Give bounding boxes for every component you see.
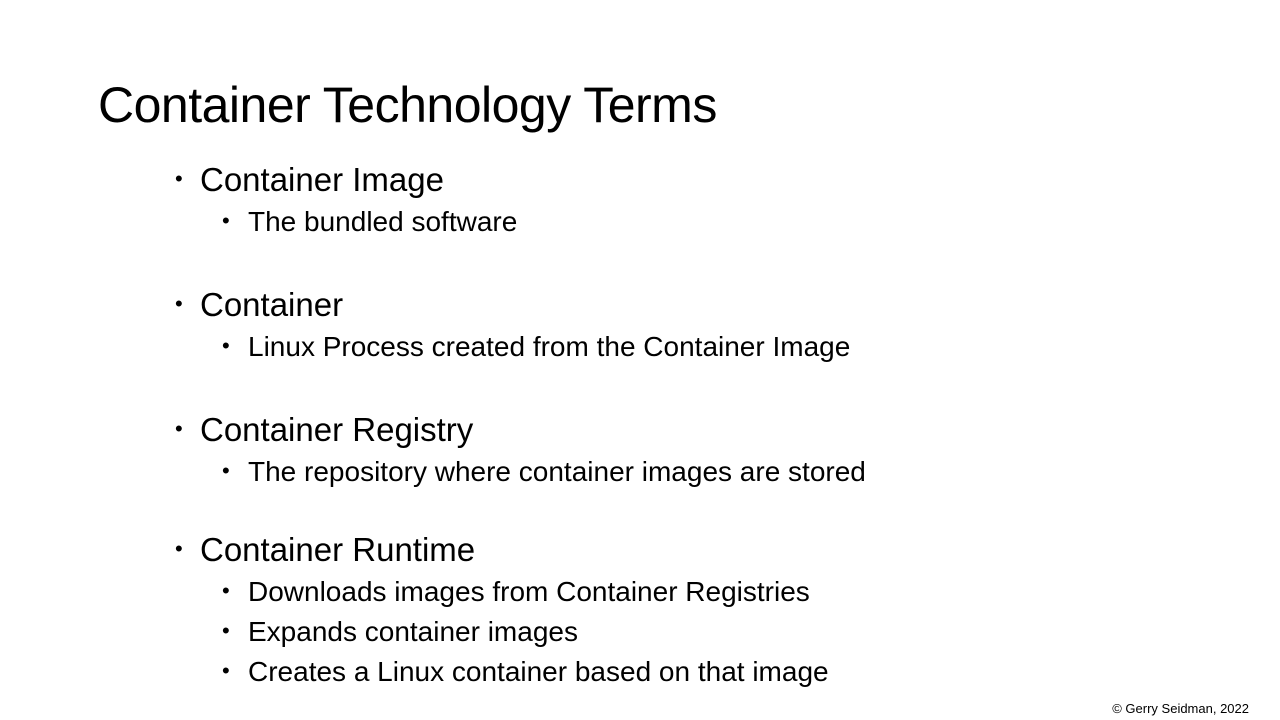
slide: Container Technology Terms • Container Im… <box>0 0 1280 720</box>
term-container-image: • Container Image <box>175 160 444 200</box>
bullet-icon: • <box>222 658 230 683</box>
detail-label: Downloads images from Container Registri… <box>248 576 810 607</box>
detail-label: Creates a Linux container based on that … <box>248 656 829 687</box>
term-label: Container Runtime <box>200 531 476 568</box>
term-container-runtime: • Container Runtime <box>175 530 475 570</box>
bullet-icon: • <box>222 208 230 233</box>
detail-item: • The repository where container images a… <box>222 454 866 490</box>
bullet-icon: • <box>175 536 183 561</box>
detail-label: Linux Process created from the Container… <box>248 331 851 362</box>
bullet-icon: • <box>175 416 183 441</box>
bullet-icon: • <box>222 578 230 603</box>
copyright-footer: © Gerry Seidman, 2022 <box>1112 701 1249 716</box>
bullet-icon: • <box>175 291 183 316</box>
bullet-icon: • <box>175 166 183 191</box>
detail-item: • Expands container images <box>222 614 578 650</box>
detail-label: The bundled software <box>248 206 518 237</box>
detail-item: • Creates a Linux container based on that… <box>222 654 829 690</box>
bullet-icon: • <box>222 458 230 483</box>
term-container-registry: • Container Registry <box>175 410 473 450</box>
term-label: Container Image <box>200 161 444 198</box>
term-container: • Container <box>175 285 343 325</box>
slide-title: Container Technology Terms <box>98 77 717 133</box>
term-label: Container <box>200 286 344 323</box>
bullet-icon: • <box>222 333 230 358</box>
detail-item: • Linux Process created from the Containe… <box>222 329 850 365</box>
bullet-icon: • <box>222 618 230 643</box>
detail-item: • The bundled software <box>222 204 517 240</box>
detail-label: The repository where container images ar… <box>248 456 866 487</box>
term-label: Container Registry <box>200 411 474 448</box>
detail-label: Expands container images <box>248 616 578 647</box>
detail-item: • Downloads images from Container Registr… <box>222 574 810 610</box>
